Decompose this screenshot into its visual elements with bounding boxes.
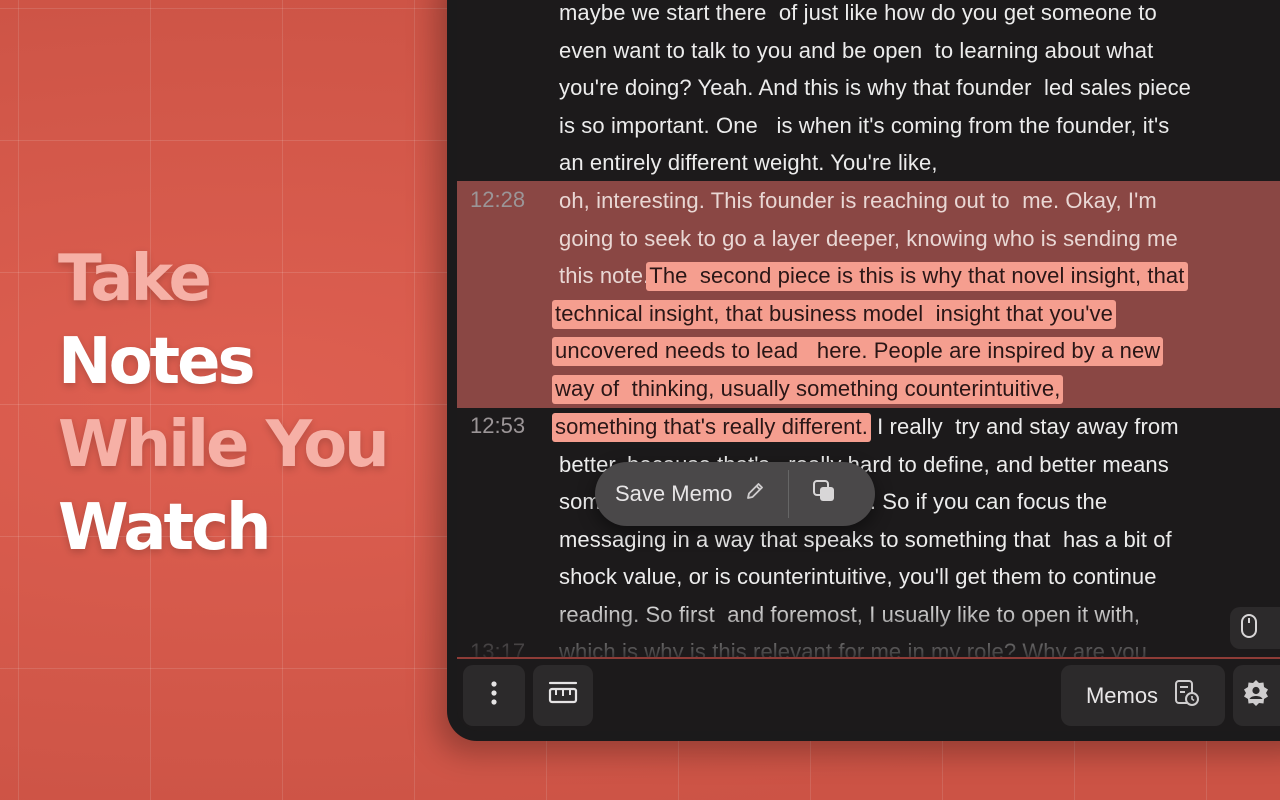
headline-line-2: Notes bbox=[58, 325, 256, 399]
transcript-line[interactable]: which is why is this relevant for me in … bbox=[559, 633, 1147, 657]
app-content: maybe we start there of just like how do… bbox=[457, 0, 1280, 731]
ruler-icon bbox=[547, 680, 579, 711]
transcript-line[interactable]: technical insight, that business model i… bbox=[552, 295, 1116, 332]
save-memo-button[interactable]: Save Memo bbox=[595, 462, 788, 526]
transcript-line[interactable]: way of thinking, usually something count… bbox=[552, 370, 1064, 407]
headline-line-1: Take bbox=[58, 242, 212, 316]
transcript-line[interactable]: an entirely different weight. You're lik… bbox=[559, 144, 938, 181]
profile-gear-icon bbox=[1241, 678, 1271, 713]
transcript-line[interactable]: is so important. One is when it's coming… bbox=[559, 107, 1169, 144]
transcript-panel[interactable]: maybe we start there of just like how do… bbox=[457, 0, 1280, 657]
transcript-line[interactable]: maybe we start there of just like how do… bbox=[559, 0, 1157, 31]
copy-button[interactable] bbox=[789, 462, 859, 526]
memos-button[interactable]: Memos bbox=[1061, 665, 1225, 726]
selected-text-highlight[interactable]: uncovered needs to lead here. People are… bbox=[552, 337, 1164, 366]
more-vertical-icon bbox=[490, 680, 498, 711]
mouse-icon bbox=[1240, 613, 1258, 644]
ruler-button[interactable] bbox=[533, 665, 593, 726]
transcript-line[interactable]: even want to talk to you and be open to … bbox=[559, 32, 1153, 69]
toolbar-divider bbox=[457, 657, 1280, 659]
transcript-line[interactable]: you're doing? Yeah. And this is why that… bbox=[559, 69, 1191, 106]
save-memo-label: Save Memo bbox=[615, 481, 733, 506]
transcript-line[interactable]: shock value, or is counterintuitive, you… bbox=[559, 558, 1157, 595]
headline-line-4: Watch bbox=[58, 491, 272, 565]
transcript-text: this note. bbox=[559, 263, 650, 288]
promo-headline: Take Notes While You Watch bbox=[58, 238, 390, 570]
app-window: maybe we start there of just like how do… bbox=[447, 0, 1280, 741]
transcript-line[interactable]: going to seek to go a layer deeper, know… bbox=[559, 220, 1178, 257]
timestamp[interactable]: 12:28 bbox=[470, 181, 525, 218]
transcript-text: I really try and stay away from bbox=[870, 414, 1179, 439]
memos-label: Memos bbox=[1085, 682, 1159, 708]
selected-text-highlight[interactable]: something that's really different. bbox=[552, 413, 871, 442]
memo-clock-icon bbox=[1174, 679, 1200, 712]
selected-text-highlight[interactable]: way of thinking, usually something count… bbox=[552, 375, 1064, 404]
transcript-line[interactable]: oh, interesting. This founder is reachin… bbox=[559, 182, 1157, 219]
selection-popover: Save Memo bbox=[595, 462, 875, 526]
transcript-line[interactable]: uncovered needs to lead here. People are… bbox=[552, 332, 1164, 369]
pencil-icon bbox=[744, 480, 766, 508]
transcript-line[interactable]: reading. So first and foremost, I usuall… bbox=[559, 596, 1140, 633]
transcript-line[interactable]: messaging in a way that speaks to someth… bbox=[559, 521, 1172, 558]
copy-icon bbox=[810, 477, 838, 511]
timestamp[interactable]: 13:17 bbox=[470, 633, 525, 657]
selected-text-highlight[interactable]: The second piece is this is why that nov… bbox=[646, 262, 1188, 291]
headline-line-3: While You bbox=[58, 408, 390, 482]
transcript-line[interactable]: something that's really different. I rea… bbox=[552, 408, 1179, 445]
timestamp[interactable]: 12:53 bbox=[470, 407, 525, 444]
mouse-mode-button[interactable] bbox=[1230, 607, 1280, 649]
transcript-line[interactable]: this note.The second piece is this is wh… bbox=[559, 257, 1188, 294]
selected-text-highlight[interactable]: technical insight, that business model i… bbox=[552, 300, 1116, 329]
more-options-button[interactable] bbox=[463, 665, 525, 726]
profile-settings-button[interactable] bbox=[1233, 665, 1280, 726]
